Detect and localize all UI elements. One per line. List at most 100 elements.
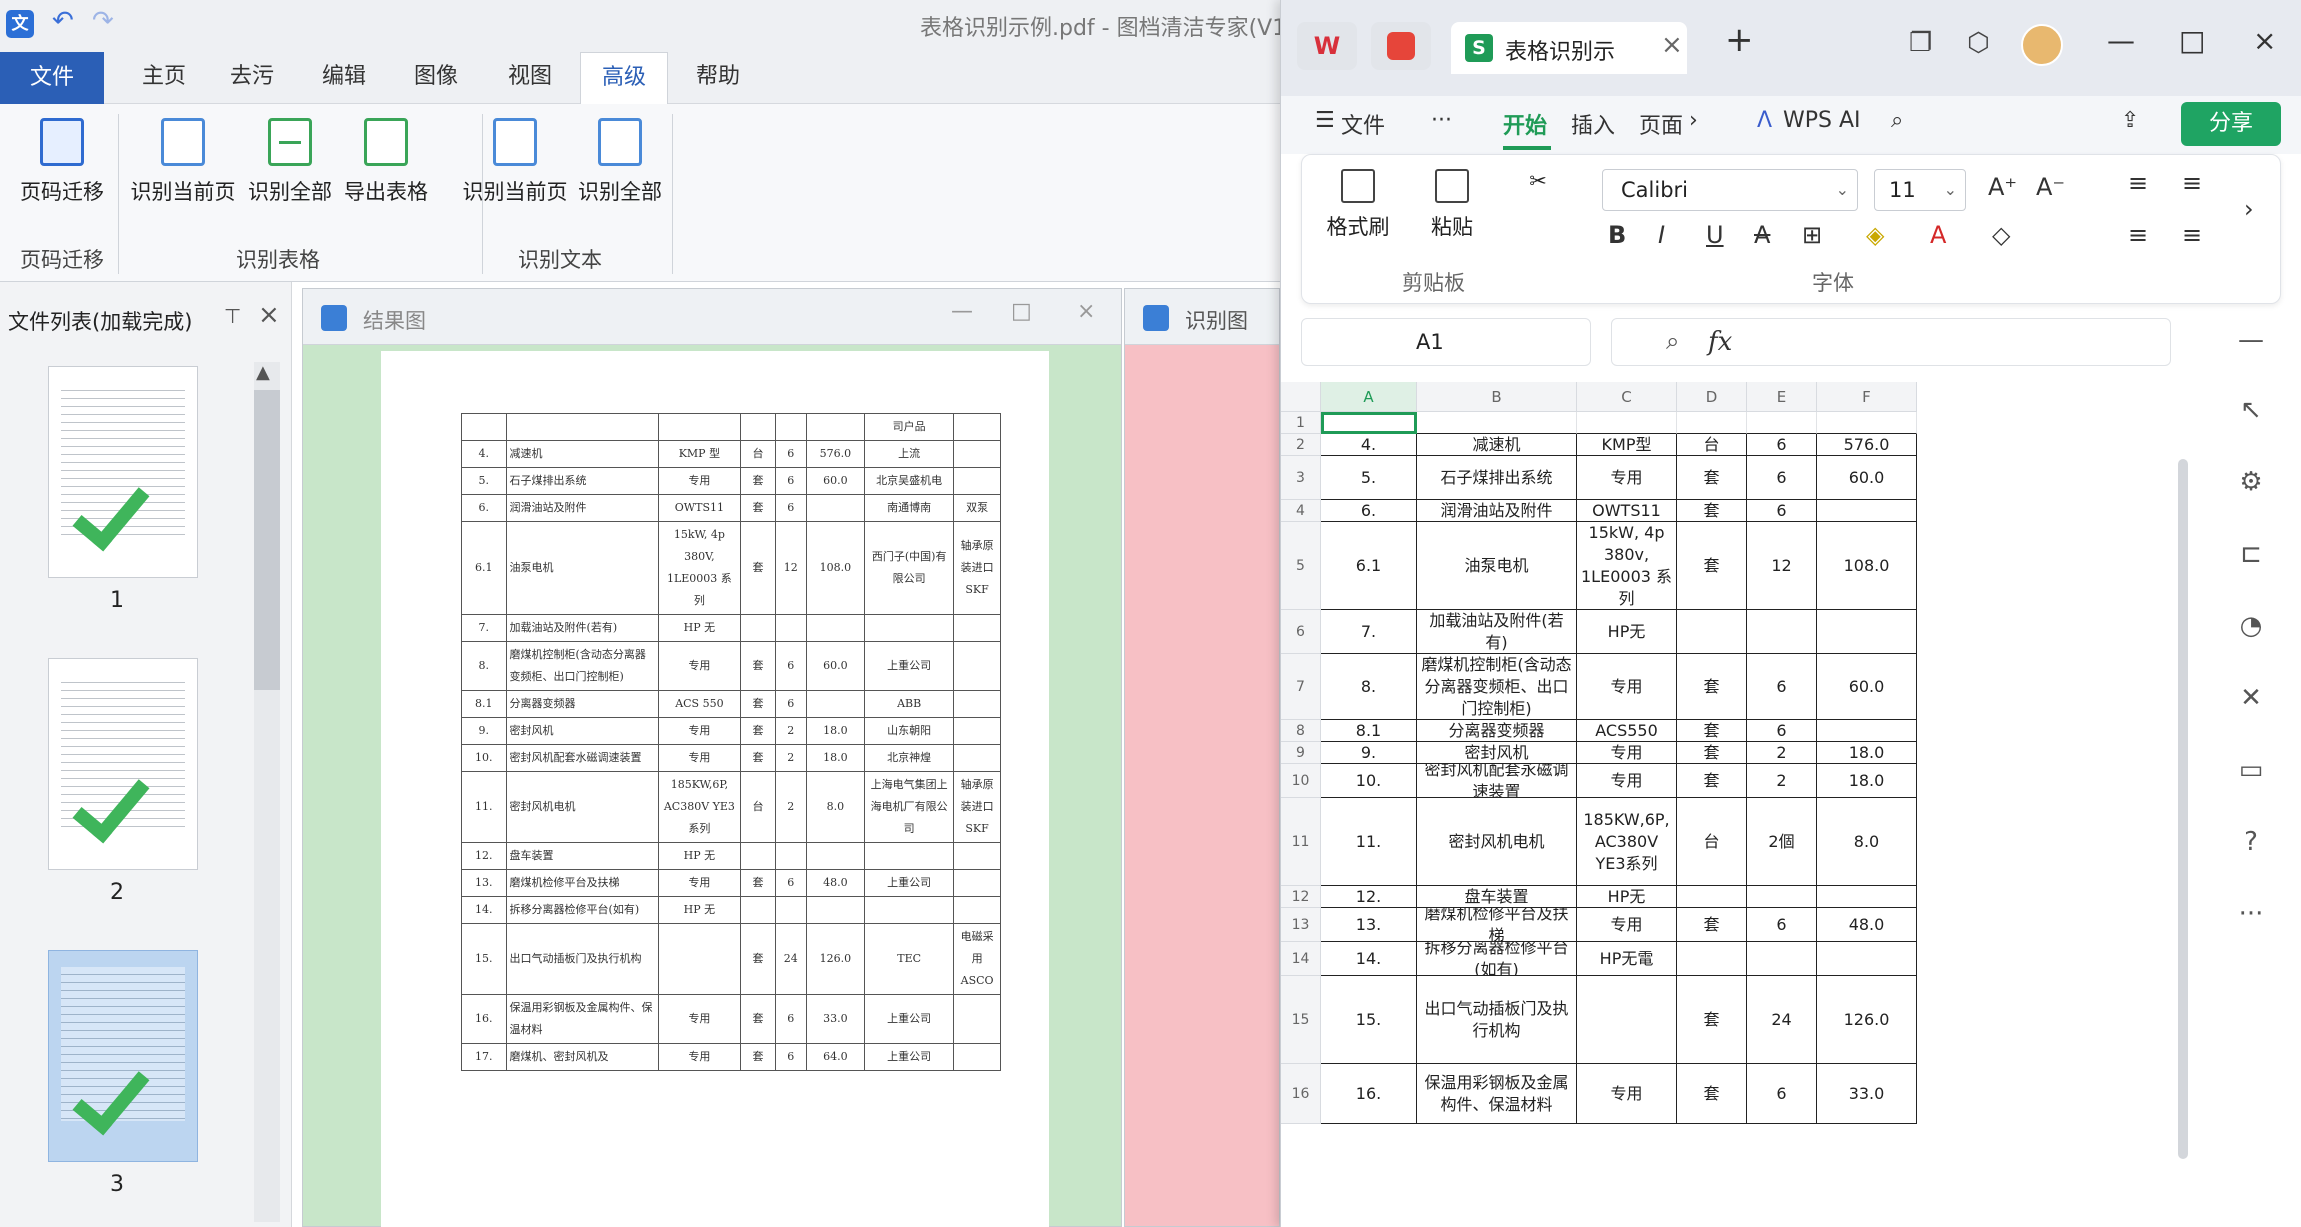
spreadsheet-cell[interactable]: 2 xyxy=(1747,764,1817,798)
scroll-up-icon[interactable]: ▲ xyxy=(256,362,270,383)
spreadsheet-cell[interactable]: 套 xyxy=(1677,654,1747,720)
spreadsheet-cell[interactable]: 185KW,6P, AC380V YE3系列 xyxy=(1577,798,1677,886)
spreadsheet-cell[interactable]: 9. xyxy=(1321,742,1417,764)
wps-ai-button[interactable]: WPS AI xyxy=(1783,108,1861,133)
spreadsheet-cell[interactable]: 专用 xyxy=(1577,908,1677,942)
row-header[interactable]: 6 xyxy=(1281,610,1321,654)
spreadsheet-cell[interactable] xyxy=(1817,610,1917,654)
row-header[interactable]: 11 xyxy=(1281,798,1321,886)
avatar[interactable] xyxy=(2021,24,2063,66)
formula-input[interactable]: ⌕ fx xyxy=(1611,318,2171,366)
recognize-text-all-button[interactable]: 识别全部 xyxy=(572,118,668,206)
spreadsheet-cell[interactable]: 4. xyxy=(1321,434,1417,456)
cloud-upload-icon[interactable]: ⇪ xyxy=(2121,108,2139,133)
spreadsheet-cell[interactable]: 密封风机配套永磁调速装置 xyxy=(1417,764,1577,798)
export-table-button[interactable]: 导出表格 xyxy=(338,118,434,206)
menu-edit[interactable]: 编辑 xyxy=(304,52,384,104)
page-thumbnail-1[interactable] xyxy=(48,366,198,578)
more-icon[interactable]: ··· xyxy=(2231,894,2271,934)
spreadsheet-cell[interactable]: 8. xyxy=(1321,654,1417,720)
zoom-icon[interactable]: ⌕ xyxy=(1666,327,1679,355)
spreadsheet-cell[interactable]: 专用 xyxy=(1577,654,1677,720)
row-header[interactable]: 13 xyxy=(1281,908,1321,942)
spreadsheet-cell[interactable]: 60.0 xyxy=(1817,654,1917,720)
spreadsheet-cell[interactable]: 576.0 xyxy=(1817,434,1917,456)
spreadsheet-cell[interactable]: 5. xyxy=(1321,456,1417,500)
spreadsheet-cell[interactable]: 108.0 xyxy=(1817,522,1917,610)
spreadsheet-cell[interactable]: 48.0 xyxy=(1817,908,1917,942)
spreadsheet-cell[interactable]: 保温用彩钢板及金属构件、保温材料 xyxy=(1417,1064,1577,1124)
chevron-right-icon[interactable]: › xyxy=(2244,195,2254,223)
align-center-icon[interactable]: ≡ xyxy=(2182,221,2202,249)
spreadsheet-cell[interactable]: 6 xyxy=(1747,434,1817,456)
spreadsheet-cell[interactable]: 2 xyxy=(1747,742,1817,764)
spreadsheet-cell[interactable] xyxy=(1747,942,1817,976)
column-header[interactable]: B xyxy=(1417,382,1577,412)
recognize-table-all-button[interactable]: 识别全部 xyxy=(242,118,338,206)
menu-advanced[interactable]: 高级 xyxy=(580,52,668,104)
spreadsheet-cell[interactable]: 6. xyxy=(1321,500,1417,522)
spreadsheet-cell[interactable]: 套 xyxy=(1677,500,1747,522)
window-layout-icon[interactable]: ❐ xyxy=(1909,28,1932,58)
spreadsheet-cell[interactable]: 6 xyxy=(1747,908,1817,942)
spreadsheet-cell[interactable] xyxy=(1577,412,1677,434)
spreadsheet-cell[interactable] xyxy=(1817,720,1917,742)
column-header[interactable]: E xyxy=(1747,382,1817,412)
spreadsheet-cell[interactable] xyxy=(1577,976,1677,1064)
page-thumbnail-3[interactable] xyxy=(48,950,198,1162)
increase-font-icon[interactable]: A⁺ xyxy=(1988,173,2017,201)
spreadsheet-cell[interactable]: 12. xyxy=(1321,886,1417,908)
settings-icon[interactable]: ⚙ xyxy=(2231,462,2271,502)
row-header[interactable]: 3 xyxy=(1281,456,1321,500)
book-icon[interactable]: ▭ xyxy=(2231,750,2271,790)
spreadsheet-cell[interactable]: 126.0 xyxy=(1817,976,1917,1064)
spreadsheet-cell[interactable]: 加载油站及附件(若有) xyxy=(1417,610,1577,654)
spreadsheet-cell[interactable]: 出口气动插板门及执行机构 xyxy=(1417,976,1577,1064)
spreadsheet-cell[interactable] xyxy=(1677,942,1747,976)
tools-icon[interactable]: ✕ xyxy=(2231,678,2271,718)
spreadsheet-cell[interactable]: 套 xyxy=(1677,720,1747,742)
spreadsheet-cell[interactable]: 15. xyxy=(1321,976,1417,1064)
column-header[interactable]: F xyxy=(1817,382,1917,412)
close-icon[interactable]: × xyxy=(1077,299,1095,324)
spreadsheet-cell[interactable]: 专用 xyxy=(1577,1064,1677,1124)
chart-icon[interactable]: ◔ xyxy=(2231,606,2271,646)
spreadsheet-cell[interactable] xyxy=(1817,886,1917,908)
format-brush-button[interactable]: 格式刷 xyxy=(1318,169,1398,241)
vertical-scrollbar[interactable] xyxy=(2174,415,2192,1205)
menu-start[interactable]: 开始 xyxy=(1503,108,1547,140)
strikethrough-icon[interactable]: A xyxy=(1754,221,1770,249)
spreadsheet-cell[interactable]: 14. xyxy=(1321,942,1417,976)
crop-icon[interactable]: ⊏ xyxy=(2231,534,2271,574)
spreadsheet-cell[interactable]: HP无 xyxy=(1577,886,1677,908)
collapse-icon[interactable]: — xyxy=(2231,320,2271,360)
decrease-font-icon[interactable]: A⁻ xyxy=(2036,173,2065,201)
select-icon[interactable]: ↖ xyxy=(2231,390,2271,430)
row-header[interactable]: 14 xyxy=(1281,942,1321,976)
row-header[interactable]: 12 xyxy=(1281,886,1321,908)
spreadsheet-cell[interactable] xyxy=(1677,412,1747,434)
border-icon[interactable]: ⊞ xyxy=(1802,221,1822,249)
menu-image[interactable]: 图像 xyxy=(396,52,476,104)
menu-insert[interactable]: 插入 xyxy=(1571,108,1615,140)
spreadsheet-grid[interactable]: A B C D E F 1 2 4. 减速机 KMP型台 6 576.0 3 5. 石子煤排出系统 专用套 6 60… xyxy=(1281,382,2171,1227)
spreadsheet-cell[interactable]: 套 xyxy=(1677,522,1747,610)
font-size-select[interactable]: 11 ⌄ xyxy=(1874,169,1966,211)
spreadsheet-cell[interactable]: 套 xyxy=(1677,456,1747,500)
row-header[interactable]: 1 xyxy=(1281,412,1321,434)
hamburger-icon[interactable]: ☰ xyxy=(1315,108,1335,133)
row-header[interactable]: 4 xyxy=(1281,500,1321,522)
recognize-text-current-button[interactable]: 识别当前页 xyxy=(460,118,570,206)
close-icon[interactable]: × xyxy=(2253,24,2276,57)
spreadsheet-cell[interactable]: 6 xyxy=(1747,654,1817,720)
spreadsheet-cell[interactable]: 密封风机电机 xyxy=(1417,798,1577,886)
spreadsheet-cell[interactable] xyxy=(1747,886,1817,908)
row-header[interactable]: 16 xyxy=(1281,1064,1321,1124)
spreadsheet-cell[interactable]: 油泵电机 xyxy=(1417,522,1577,610)
spreadsheet-cell[interactable]: 16. xyxy=(1321,1064,1417,1124)
filter-icon[interactable]: ⊤ xyxy=(224,304,241,328)
cut-button[interactable]: ✂ xyxy=(1508,169,1568,211)
row-header[interactable]: 9 xyxy=(1281,742,1321,764)
spreadsheet-cell[interactable]: 磨煤机控制柜(含动态分离器变频柜、出口门控制柜) xyxy=(1417,654,1577,720)
row-header[interactable]: 5 xyxy=(1281,522,1321,610)
